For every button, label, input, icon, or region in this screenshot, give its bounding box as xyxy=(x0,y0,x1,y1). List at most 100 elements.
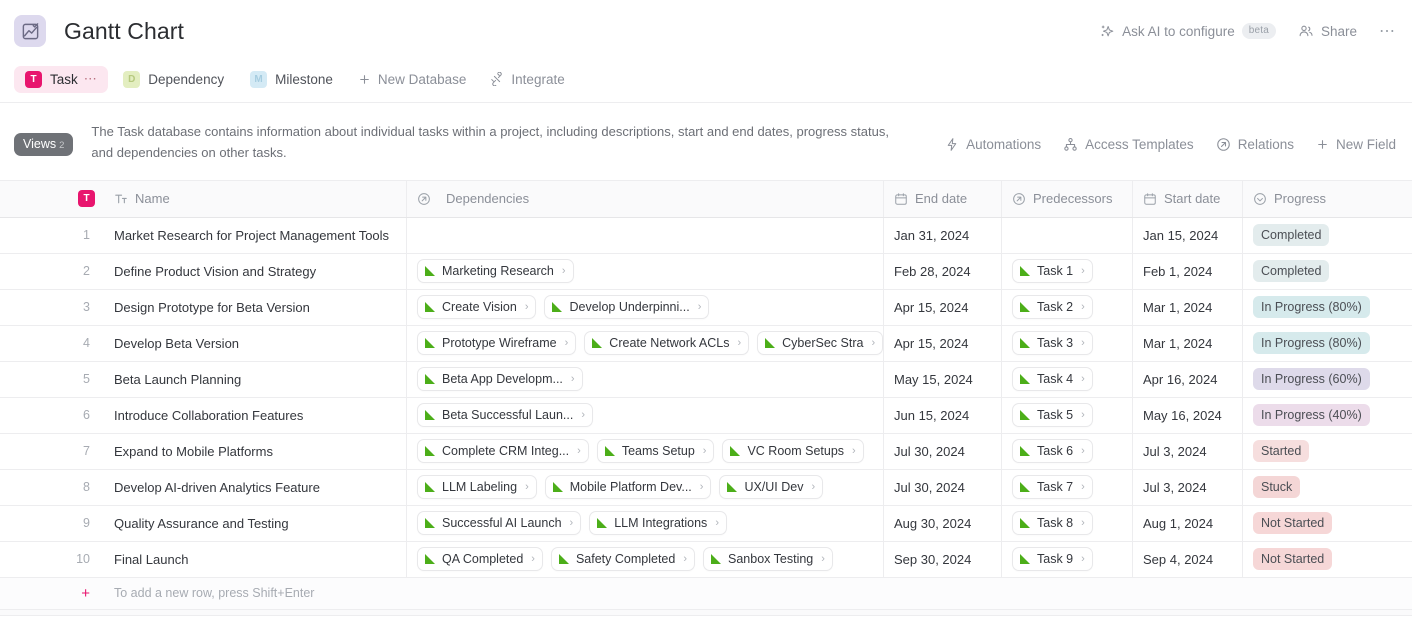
cell-name[interactable]: Market Research for Project Management T… xyxy=(104,217,407,253)
chevron-right-icon[interactable]: › xyxy=(1081,481,1085,493)
predecessor-chip[interactable]: Task 2 › xyxy=(1012,295,1093,320)
cell-progress[interactable]: In Progress (60%) xyxy=(1243,362,1412,397)
cell-start-date[interactable]: Feb 1, 2024 xyxy=(1133,253,1243,289)
chevron-right-icon[interactable]: › xyxy=(531,553,535,565)
dependency-chip[interactable]: Beta Successful Laun... › xyxy=(417,403,594,428)
chevron-right-icon[interactable]: › xyxy=(581,409,585,421)
chevron-right-icon[interactable]: › xyxy=(871,337,875,349)
chevron-right-icon[interactable]: › xyxy=(1081,265,1085,277)
cell-dependencies[interactable]: Marketing Research › xyxy=(407,253,884,289)
cell-predecessors[interactable]: Task 8 › xyxy=(1002,505,1133,541)
cell-predecessors[interactable]: Task 4 › xyxy=(1002,361,1133,397)
chevron-right-icon[interactable]: › xyxy=(562,265,566,277)
chevron-right-icon[interactable]: › xyxy=(1081,301,1085,313)
chevron-right-icon[interactable]: › xyxy=(852,445,856,457)
predecessor-chip[interactable]: Task 5 › xyxy=(1012,403,1093,428)
chevron-right-icon[interactable]: › xyxy=(1081,517,1085,529)
dependency-chip[interactable]: VC Room Setups › xyxy=(722,439,864,464)
cell-dependencies[interactable]: LLM Labeling › Mobile Platform Dev... › UX/U… xyxy=(407,469,884,505)
cell-predecessors[interactable]: Task 7 › xyxy=(1002,469,1133,505)
dependency-chip[interactable]: QA Completed › xyxy=(417,547,543,572)
cell-dependencies[interactable]: Prototype Wireframe › Create Network ACLs ›… xyxy=(407,325,884,361)
tab-task-more-icon[interactable]: ⋯ xyxy=(84,71,98,87)
dependency-chip[interactable]: Create Vision › xyxy=(417,295,537,320)
dependency-chip[interactable]: Create Network ACLs › xyxy=(584,331,750,356)
cell-predecessors[interactable]: Task 9 › xyxy=(1002,541,1133,577)
cell-progress[interactable]: Not Started xyxy=(1243,506,1412,541)
chevron-right-icon[interactable]: › xyxy=(1081,409,1085,421)
chevron-right-icon[interactable]: › xyxy=(698,301,702,313)
predecessor-chip[interactable]: Task 4 › xyxy=(1012,367,1093,392)
cell-progress[interactable]: Started xyxy=(1243,434,1412,469)
cell-start-date[interactable]: Sep 4, 2024 xyxy=(1133,541,1243,577)
cell-start-date[interactable]: Mar 1, 2024 xyxy=(1133,325,1243,361)
dependency-chip[interactable]: Teams Setup › xyxy=(596,439,715,464)
cell-name[interactable]: Develop Beta Version xyxy=(104,325,407,361)
cell-dependencies[interactable]: Complete CRM Integ... › Teams Setup › VC Roo… xyxy=(407,433,884,469)
dependency-chip[interactable]: Mobile Platform Dev... › xyxy=(544,475,712,500)
dependency-chip[interactable]: LLM Labeling › xyxy=(417,475,537,500)
cell-end-date[interactable]: Apr 15, 2024 xyxy=(884,325,1002,361)
ask-ai-to-configure-button[interactable]: Ask AI to configure beta xyxy=(1100,23,1276,39)
dependency-chip[interactable]: Complete CRM Integ... › xyxy=(417,439,589,464)
cell-progress[interactable]: In Progress (80%) xyxy=(1243,290,1412,325)
dependency-chip[interactable]: Marketing Research › xyxy=(417,259,574,284)
new-field-button[interactable]: New Field xyxy=(1316,137,1396,152)
cell-predecessors[interactable]: Task 3 › xyxy=(1002,325,1133,361)
cell-progress[interactable]: In Progress (80%) xyxy=(1243,326,1412,361)
header-cell-dependencies[interactable]: Dependencies xyxy=(407,180,884,217)
cell-name[interactable]: Expand to Mobile Platforms xyxy=(104,433,407,469)
cell-predecessors[interactable]: Task 5 › xyxy=(1002,397,1133,433)
tab-milestone[interactable]: M Milestone xyxy=(239,66,344,93)
cell-end-date[interactable]: Jul 30, 2024 xyxy=(884,433,1002,469)
cell-end-date[interactable]: Jul 30, 2024 xyxy=(884,469,1002,505)
predecessor-chip[interactable]: Task 6 › xyxy=(1012,439,1093,464)
cell-name[interactable]: Design Prototype for Beta Version xyxy=(104,289,407,325)
new-database-button[interactable]: New Database xyxy=(348,67,477,92)
relations-button[interactable]: Relations xyxy=(1216,137,1294,152)
predecessor-chip[interactable]: Task 7 › xyxy=(1012,475,1093,500)
header-cell-predecessors[interactable]: Predecessors xyxy=(1002,180,1133,217)
more-options-button[interactable]: ⋯ xyxy=(1379,21,1396,41)
table-row[interactable]: 9 Quality Assurance and Testing Successful… xyxy=(0,505,1412,542)
dependency-chip[interactable]: Successful AI Launch › xyxy=(417,511,582,536)
cell-progress[interactable]: Not Started xyxy=(1243,542,1412,577)
predecessor-chip[interactable]: Task 8 › xyxy=(1012,511,1093,536)
cell-dependencies[interactable] xyxy=(407,217,884,253)
dependency-chip[interactable]: Prototype Wireframe › xyxy=(417,331,577,356)
cell-end-date[interactable]: May 15, 2024 xyxy=(884,361,1002,397)
chevron-right-icon[interactable]: › xyxy=(571,373,575,385)
cell-dependencies[interactable]: Beta App Developm... › xyxy=(407,361,884,397)
integrate-button[interactable]: Integrate xyxy=(480,67,574,92)
predecessor-chip[interactable]: Task 3 › xyxy=(1012,331,1093,356)
chevron-right-icon[interactable]: › xyxy=(737,337,741,349)
cell-predecessors[interactable] xyxy=(1002,217,1133,253)
dependency-chip[interactable]: UX/UI Dev › xyxy=(719,475,824,500)
chevron-right-icon[interactable]: › xyxy=(525,481,529,493)
predecessor-chip[interactable]: Task 1 › xyxy=(1012,259,1093,284)
cell-progress[interactable]: Completed xyxy=(1243,254,1412,289)
cell-start-date[interactable]: May 16, 2024 xyxy=(1133,397,1243,433)
dependency-chip[interactable]: Develop Underpinni... › xyxy=(544,295,710,320)
chevron-right-icon[interactable]: › xyxy=(715,517,719,529)
cell-start-date[interactable]: Mar 1, 2024 xyxy=(1133,289,1243,325)
cell-end-date[interactable]: Feb 28, 2024 xyxy=(884,253,1002,289)
dependency-chip[interactable]: CyberSec Stra › xyxy=(757,331,883,356)
table-row[interactable]: 5 Beta Launch Planning Beta App Developm..… xyxy=(0,361,1412,398)
dependency-chip[interactable]: LLM Integrations › xyxy=(589,511,727,536)
cell-end-date[interactable]: Jan 31, 2024 xyxy=(884,217,1002,253)
cell-start-date[interactable]: Jul 3, 2024 xyxy=(1133,433,1243,469)
cell-dependencies[interactable]: Successful AI Launch › LLM Integrations › xyxy=(407,505,884,541)
cell-name[interactable]: Final Launch xyxy=(104,541,407,577)
table-row[interactable]: 2 Define Product Vision and Strategy Marke… xyxy=(0,253,1412,290)
chevron-right-icon[interactable]: › xyxy=(565,337,569,349)
dependency-chip[interactable]: Sanbox Testing › xyxy=(703,547,833,572)
header-cell-name[interactable]: Name xyxy=(104,180,407,217)
tab-task[interactable]: T Task ⋯ xyxy=(14,65,109,93)
chevron-right-icon[interactable]: › xyxy=(577,445,581,457)
table-row[interactable]: 7 Expand to Mobile Platforms Complete CRM … xyxy=(0,433,1412,470)
add-row-plus-icon[interactable]: + xyxy=(0,585,104,602)
chevron-right-icon[interactable]: › xyxy=(683,553,687,565)
cell-name[interactable]: Introduce Collaboration Features xyxy=(104,397,407,433)
table-row[interactable]: 10 Final Launch QA Completed › Safety Comple… xyxy=(0,541,1412,578)
